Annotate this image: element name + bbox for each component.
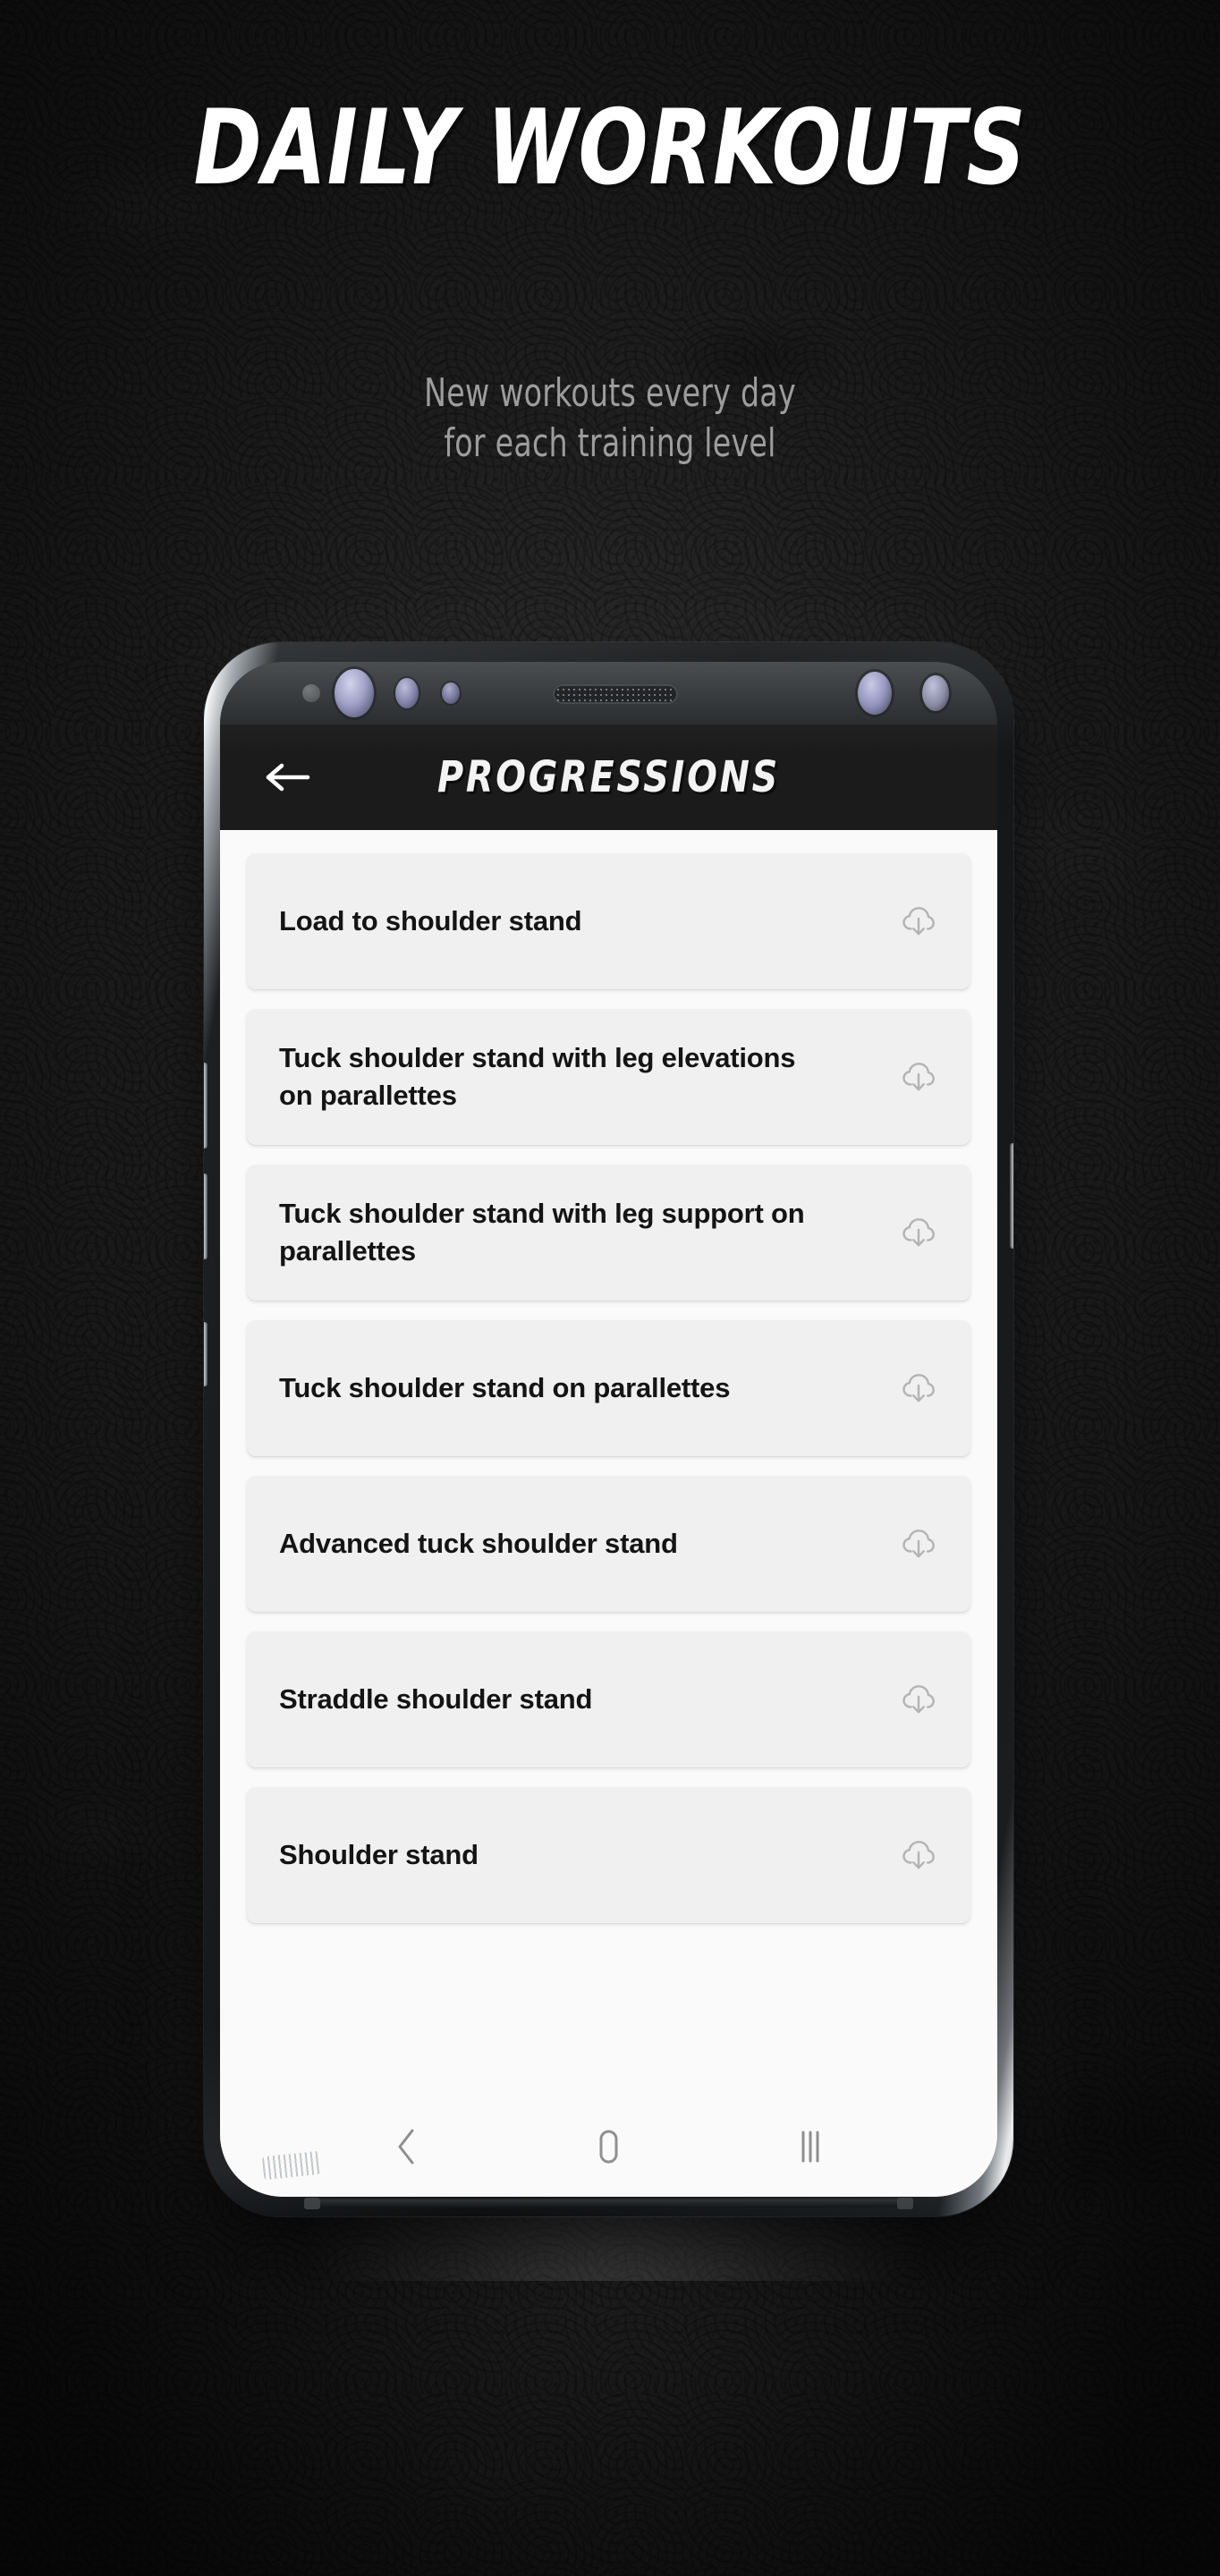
- sensor-small-1-icon: [395, 678, 419, 708]
- home-pill-icon[interactable]: [577, 2115, 640, 2178]
- promo-subtitle-line-1: New workouts every day: [424, 370, 796, 416]
- progression-label: Straddle shoulder stand: [279, 1683, 593, 1716]
- earpiece-speaker-icon: [553, 684, 678, 704]
- chevron-back-icon[interactable]: [376, 2115, 438, 2178]
- sensor-small-2-icon: [442, 682, 460, 704]
- app-header: PROGRESSIONS: [220, 724, 997, 830]
- cloud-download-icon[interactable]: [899, 1368, 938, 1408]
- volume-up-button[interactable]: [204, 1063, 208, 1148]
- cloud-download-icon[interactable]: [899, 1213, 938, 1252]
- cloud-download-icon[interactable]: [899, 1057, 938, 1097]
- progression-row[interactable]: Tuck shoulder stand with leg support on …: [247, 1165, 970, 1301]
- progression-row[interactable]: Tuck shoulder stand on parallettes: [247, 1320, 970, 1456]
- bixby-button[interactable]: [204, 1322, 208, 1386]
- recents-bars-icon[interactable]: [779, 2115, 842, 2178]
- iris-camera-icon: [335, 669, 374, 717]
- phone-device: PROGRESSIONS Load to shoulder stand Tuck…: [204, 642, 1013, 2216]
- progression-label: Tuck shoulder stand with leg support on …: [279, 1198, 805, 1267]
- progression-label: Tuck shoulder stand with leg elevations …: [279, 1042, 796, 1111]
- cloud-download-icon[interactable]: [899, 1524, 938, 1563]
- cloud-download-icon[interactable]: [899, 1680, 938, 1719]
- antenna-band-left: [304, 2198, 320, 2209]
- sensor-right-icon: [922, 675, 949, 711]
- cloud-download-icon[interactable]: [899, 1835, 938, 1875]
- promo-screenshot: DAILY WORKOUTS New workouts every day fo…: [0, 0, 1220, 2576]
- progression-row[interactable]: Tuck shoulder stand with leg elevations …: [247, 1009, 970, 1145]
- cloud-download-icon[interactable]: [899, 902, 938, 941]
- android-navbar: [220, 2097, 997, 2197]
- promo-subtitle: New workouts every day for each training…: [97, 369, 1123, 470]
- phone-screen: PROGRESSIONS Load to shoulder stand Tuck…: [220, 662, 997, 2197]
- progression-row[interactable]: Load to shoulder stand: [247, 853, 970, 989]
- progression-label: Advanced tuck shoulder stand: [279, 1528, 678, 1560]
- front-camera-icon: [858, 672, 892, 715]
- progression-row[interactable]: Straddle shoulder stand: [247, 1631, 970, 1767]
- app-title: PROGRESSIONS: [436, 752, 780, 802]
- volume-down-button[interactable]: [204, 1174, 208, 1259]
- progression-label: Tuck shoulder stand on parallettes: [279, 1372, 731, 1404]
- progression-row[interactable]: Shoulder stand: [247, 1787, 970, 1923]
- promo-headline: DAILY WORKOUTS: [193, 88, 1027, 208]
- antenna-band-right: [897, 2198, 913, 2209]
- promo-subtitle-line-2: for each training level: [444, 420, 776, 467]
- device-sensor-strip: [220, 662, 997, 724]
- progression-label: Shoulder stand: [279, 1839, 479, 1871]
- progression-label: Load to shoulder stand: [279, 905, 582, 937]
- headline-block: DAILY WORKOUTS: [0, 97, 1220, 200]
- power-button[interactable]: [1010, 1143, 1013, 1249]
- device-bottom-lip: [311, 2199, 906, 2207]
- proximity-sensor-icon: [302, 684, 320, 702]
- progression-row[interactable]: Advanced tuck shoulder stand: [247, 1476, 970, 1612]
- progressions-list: Load to shoulder stand Tuck shoulder sta…: [220, 830, 997, 2197]
